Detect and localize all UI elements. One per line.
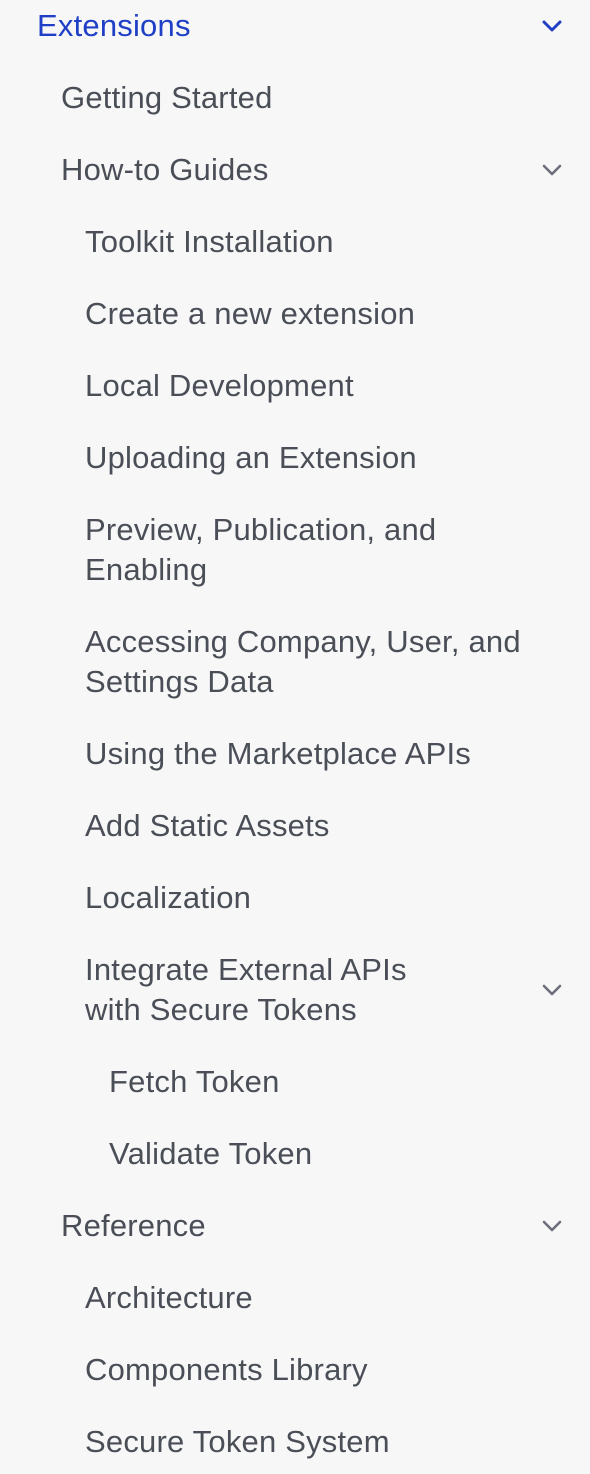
chevron-down-icon[interactable]	[538, 156, 566, 184]
nav-item-label: Validate Token	[109, 1136, 313, 1171]
nav-item-accessing-data[interactable]: Accessing Company, User, and Settings Da…	[0, 622, 590, 702]
nav-item-reference[interactable]: Reference	[0, 1206, 590, 1246]
nav-item-localization[interactable]: Localization	[0, 878, 590, 918]
nav-item-label: Preview, Publication, and Enabling	[85, 510, 436, 590]
nav-item-label-line: Integrate External APIs	[85, 952, 407, 987]
chevron-down-icon[interactable]	[538, 12, 566, 40]
nav-item-label: Secure Token System	[85, 1424, 390, 1459]
nav-item-label: Architecture	[85, 1280, 253, 1315]
sidebar-nav: Extensions Getting Started How-to Guides…	[0, 0, 590, 1474]
nav-item-create-extension[interactable]: Create a new extension	[0, 294, 590, 334]
nav-item-label: Getting Started	[61, 80, 273, 115]
nav-item-label: Add Static Assets	[85, 808, 330, 843]
nav-item-label-line: with Secure Tokens	[85, 992, 357, 1027]
nav-item-label-line: Accessing Company, User, and	[85, 624, 521, 659]
nav-item-integrate-external-apis[interactable]: Integrate External APIs with Secure Toke…	[0, 950, 590, 1030]
nav-item-architecture[interactable]: Architecture	[0, 1278, 590, 1318]
nav-item-label-line: Enabling	[85, 552, 208, 587]
nav-item-label: Uploading an Extension	[85, 440, 417, 475]
nav-item-label: Using the Marketplace APIs	[85, 736, 471, 771]
nav-item-label: Local Development	[85, 368, 354, 403]
nav-item-label: Extensions	[37, 8, 191, 43]
nav-item-label: Reference	[61, 1208, 206, 1243]
nav-item-preview-publication[interactable]: Preview, Publication, and Enabling	[0, 510, 590, 590]
chevron-down-icon[interactable]	[538, 976, 566, 1004]
nav-item-uploading-extension[interactable]: Uploading an Extension	[0, 438, 590, 478]
nav-item-label-line: Settings Data	[85, 664, 274, 699]
nav-item-local-development[interactable]: Local Development	[0, 366, 590, 406]
nav-item-components-library[interactable]: Components Library	[0, 1350, 590, 1390]
nav-item-label: Fetch Token	[109, 1064, 280, 1099]
nav-item-fetch-token[interactable]: Fetch Token	[0, 1062, 590, 1102]
nav-item-label: Localization	[85, 880, 252, 915]
nav-item-how-to-guides[interactable]: How-to Guides	[0, 150, 590, 190]
nav-item-getting-started[interactable]: Getting Started	[0, 78, 590, 118]
nav-item-label: Components Library	[85, 1352, 368, 1387]
nav-item-label-line: Preview, Publication, and	[85, 512, 437, 547]
nav-item-label: Integrate External APIs with Secure Toke…	[85, 950, 407, 1030]
nav-item-label: Accessing Company, User, and Settings Da…	[85, 622, 521, 702]
nav-item-secure-token-system[interactable]: Secure Token System	[0, 1422, 590, 1462]
nav-item-label: How-to Guides	[61, 152, 269, 187]
nav-item-marketplace-apis[interactable]: Using the Marketplace APIs	[0, 734, 590, 774]
nav-item-label: Create a new extension	[85, 296, 416, 331]
nav-item-toolkit-installation[interactable]: Toolkit Installation	[0, 222, 590, 262]
nav-item-extensions[interactable]: Extensions	[0, 6, 590, 46]
chevron-down-icon[interactable]	[538, 1212, 566, 1240]
nav-item-label: Toolkit Installation	[85, 224, 334, 259]
nav-item-static-assets[interactable]: Add Static Assets	[0, 806, 590, 846]
nav-item-validate-token[interactable]: Validate Token	[0, 1134, 590, 1174]
